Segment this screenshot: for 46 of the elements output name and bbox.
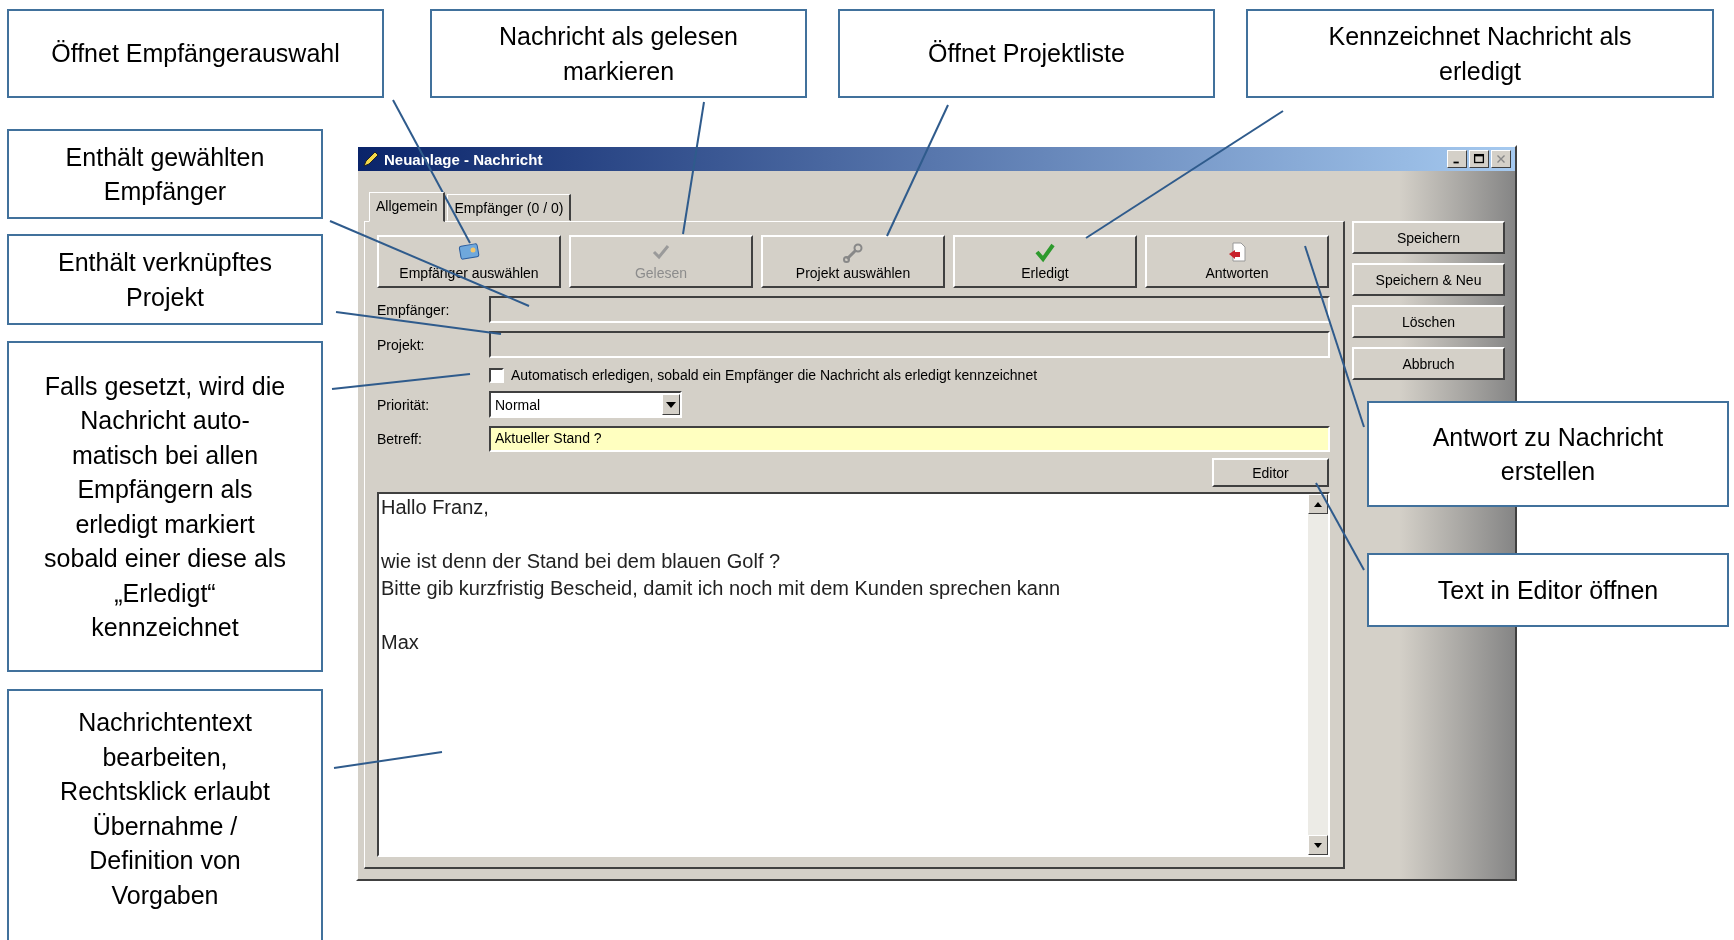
wrench-icon [842,241,864,263]
side-button[interactable]: Speichern [1352,221,1505,254]
minimize-icon [1453,161,1459,164]
field-label: Empfänger: [377,301,451,318]
pencil-icon [362,150,380,168]
tab[interactable]: Allgemein [369,192,446,222]
callout-text: Öffnet Projektliste [928,38,1125,70]
toolbar-button[interactable]: Antworten [1145,235,1329,288]
callout-text: Nachrichtentext bearbeiten, Rechtsklick erlaubt Übernahme / Definition von Vorgaben [60,707,270,911]
side-button[interactable]: Abbruch [1352,347,1505,380]
callout-text: Enthält verknüpftes Projekt [58,247,272,313]
callout-text: Antwort zu Nachricht erstellen [1432,421,1664,487]
scroll-down-icon[interactable] [1308,835,1328,855]
minimize-button[interactable] [1447,150,1467,168]
message-text-area[interactable]: Hallo Franz, wie ist denn der Stand bei dem blauen Golf ? Bitte gib kurzfristig Bescheid, damit ich noch mit dem Kunden sprechen kann Max [377,492,1330,857]
project-field[interactable] [489,331,1330,358]
maximize-icon [1473,153,1485,164]
toolbar-button[interactable]: Projekt auswählen [761,235,945,288]
tab[interactable]: Empfänger (0 / 0) [447,194,572,221]
checkbox[interactable] [489,367,504,383]
callout-text: Nachricht als gelesen markieren [499,21,738,87]
subject-field[interactable]: Aktueller Stand ? [489,426,1330,452]
close-button[interactable] [1491,150,1511,168]
side-button[interactable]: Löschen [1352,305,1505,338]
checkbox-label: Automatisch erledigen, sobald ein Empfänger die Nachricht als erledigt kennzeichnet [511,367,1038,383]
callout-text: Enthält gewählten Empfänger [65,141,265,207]
callout-text: Text in Editor öffnen [1437,574,1659,606]
vertical-scrollbar[interactable] [1308,494,1328,855]
field-label: Projekt: [377,336,426,353]
toolbar-button[interactable]: Erledigt [953,235,1137,288]
check-icon [1034,241,1056,263]
message-text: Hallo Franz, wie ist denn der Stand bei dem blauen Golf ? Bitte gib kurzfristig Bescheid, damit ich noch mit dem Kunden sprechen kann Max [380,495,1062,655]
field-label: Priorität: [377,396,431,413]
side-button[interactable]: Speichern & Neu [1352,263,1505,296]
editor-button[interactable]: Editor [1212,458,1329,487]
recipient-field[interactable] [489,296,1330,323]
callout-text: Kennzeichnet Nachricht als erledigt [1328,21,1632,87]
maximize-button[interactable] [1469,150,1489,168]
scroll-up-icon[interactable] [1308,494,1328,514]
card-icon [458,241,480,263]
callout-text: Öffnet Empfängerauswahl [51,38,340,70]
window-title: Neuanlage - Nachricht [384,150,544,168]
priority-dropdown[interactable]: Normal [489,391,682,418]
close-icon [1496,154,1506,164]
callout-text: Falls gesetzt, wird die Nachricht auto- matisch bei allen Empfängern als erledigt markiert sobald einer diese als „Erledigt“ kennzeichnet [44,370,286,643]
field-label: Betreff: [377,431,423,447]
